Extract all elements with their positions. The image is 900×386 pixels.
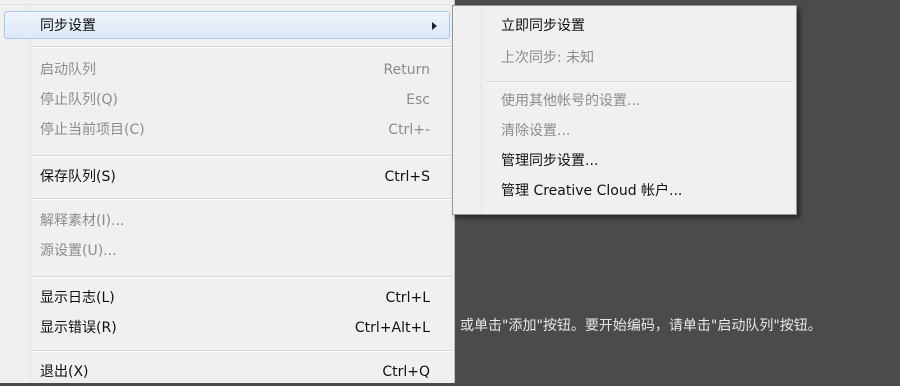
submenu-item-label: 清除设置... — [501, 123, 571, 139]
menu-item-shortcut: Return — [383, 62, 430, 78]
menu-item-label: 同步设置 — [40, 18, 96, 34]
submenu-item-clear-settings[interactable]: 清除设置... — [453, 118, 796, 144]
menu-separator — [32, 46, 452, 48]
submenu-item-manage-sync[interactable]: 管理同步设置... — [453, 148, 796, 174]
menu-item-show-errors[interactable]: 显示错误(R) Ctrl+Alt+L — [0, 314, 454, 342]
menu-item-shortcut: Ctrl+Q — [382, 364, 430, 380]
menu-item-exit[interactable]: 退出(X) Ctrl+Q — [0, 358, 454, 386]
menu-separator — [32, 350, 452, 352]
menu-separator — [32, 155, 452, 157]
submenu-item-sync-now[interactable]: 立即同步设置 — [453, 13, 796, 39]
menu-item-label: 显示日志(L) — [40, 290, 115, 306]
submenu-item-manage-cc-account[interactable]: 管理 Creative Cloud 帐户... — [453, 178, 796, 204]
submenu-item-label: 上次同步: 未知 — [501, 50, 595, 66]
menu-item-shortcut: Ctrl+- — [388, 122, 430, 138]
menu-item-interpret-footage[interactable]: 解释素材(I)... — [0, 207, 454, 235]
menu-top-strip — [0, 0, 450, 5]
submenu-item-label: 管理 Creative Cloud 帐户... — [501, 183, 683, 199]
menu-item-label: 解释素材(I)... — [40, 213, 125, 229]
menu-item-stop-queue[interactable]: 停止队列(Q) Esc — [0, 86, 454, 114]
menu-item-save-queue[interactable]: 保存队列(S) Ctrl+S — [0, 163, 454, 191]
sync-settings-submenu: 立即同步设置 上次同步: 未知 使用其他帐号的设置... 清除设置... 管理同… — [452, 5, 797, 215]
menu-item-shortcut: Esc — [406, 92, 430, 108]
file-menu: 同步设置 启动队列 Return 停止队列(Q) Esc 停止当前项目(C) C… — [0, 0, 455, 383]
menu-item-shortcut: Ctrl+L — [385, 290, 430, 306]
menu-item-label: 保存队列(S) — [40, 169, 116, 185]
submenu-item-use-other-account[interactable]: 使用其他帐号的设置... — [453, 88, 796, 114]
queue-hint-text: 或单击"添加"按钮。要开始编码，请单击"启动队列"按钮。 — [460, 318, 822, 334]
menu-item-label: 停止当前项目(C) — [40, 122, 145, 138]
menu-separator — [32, 276, 452, 278]
menu-item-label: 启动队列 — [40, 62, 96, 78]
submenu-item-last-sync: 上次同步: 未知 — [453, 45, 796, 71]
menu-item-source-settings[interactable]: 源设置(U)... — [0, 237, 454, 265]
submenu-item-label: 管理同步设置... — [501, 153, 599, 169]
submenu-separator — [485, 81, 793, 83]
menu-item-label: 显示错误(R) — [40, 320, 117, 336]
menu-separator — [32, 198, 452, 200]
menu-item-label: 退出(X) — [40, 364, 89, 380]
submenu-arrow-icon — [432, 22, 437, 30]
menu-item-sync-settings[interactable]: 同步设置 — [4, 11, 450, 39]
menu-item-start-queue[interactable]: 启动队列 Return — [0, 56, 454, 84]
submenu-item-label: 立即同步设置 — [501, 18, 585, 34]
submenu-item-label: 使用其他帐号的设置... — [501, 93, 641, 109]
menu-item-shortcut: Ctrl+S — [384, 169, 430, 185]
menu-item-stop-current[interactable]: 停止当前项目(C) Ctrl+- — [0, 116, 454, 144]
menu-item-label: 源设置(U)... — [40, 243, 117, 259]
menu-item-show-log[interactable]: 显示日志(L) Ctrl+L — [0, 284, 454, 312]
menu-item-label: 停止队列(Q) — [40, 92, 118, 108]
menu-item-shortcut: Ctrl+Alt+L — [354, 320, 430, 336]
